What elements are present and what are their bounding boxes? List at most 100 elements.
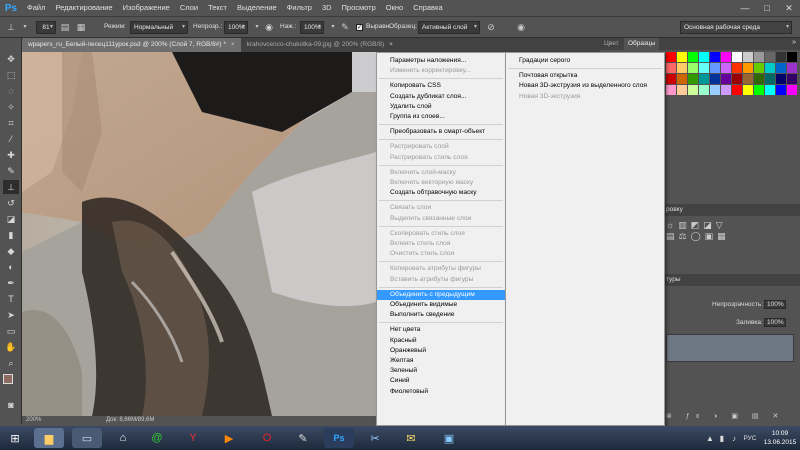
- yandex-browser-icon[interactable]: Y: [178, 428, 208, 448]
- clone-source-icon[interactable]: ▦: [74, 21, 88, 34]
- healing-brush-tool-icon[interactable]: ✚: [3, 148, 19, 162]
- menu-item[interactable]: Редактирование: [50, 0, 117, 16]
- swatch[interactable]: [677, 52, 687, 62]
- context-menu-item[interactable]: Группа из слоев...: [377, 112, 505, 122]
- context-menu-item[interactable]: Создать дубликат слоя...: [377, 92, 505, 102]
- zoom-tool-icon[interactable]: ⌕: [3, 356, 19, 370]
- history-brush-tool-icon[interactable]: ↺: [3, 196, 19, 210]
- tab-swatches[interactable]: Образцы: [624, 38, 660, 50]
- swatch[interactable]: [765, 74, 775, 84]
- marquee-tool-icon[interactable]: ⬚: [3, 68, 19, 82]
- home-icon[interactable]: ⌂: [108, 428, 138, 448]
- context-menu-item[interactable]: Объединить с предыдущим: [377, 289, 505, 300]
- selected-layer-row[interactable]: [666, 334, 794, 362]
- swatch[interactable]: [787, 85, 797, 95]
- swatch[interactable]: [721, 74, 731, 84]
- ignore-adjustment-icon[interactable]: ⊘: [484, 21, 498, 34]
- context-menu-item[interactable]: Новая 3D-экструзия из выделенного слоя: [506, 81, 664, 91]
- dodge-tool-icon[interactable]: ◐: [3, 260, 19, 274]
- media-player-icon[interactable]: ▶: [214, 428, 244, 448]
- swatch[interactable]: [743, 52, 753, 62]
- swatch[interactable]: [688, 52, 698, 62]
- clone-stamp-tool-icon[interactable]: ⊥: [3, 180, 19, 194]
- eraser-tool-icon[interactable]: ◪: [3, 212, 19, 226]
- photoshop-taskbar-icon[interactable]: Ps: [324, 428, 354, 448]
- swatch[interactable]: [754, 85, 764, 95]
- quick-mask-icon[interactable]: ◙: [3, 398, 19, 412]
- swatch[interactable]: [787, 74, 797, 84]
- image-viewer-icon[interactable]: ▣: [434, 428, 464, 448]
- language-indicator[interactable]: РУС: [740, 435, 760, 442]
- swatch[interactable]: [688, 85, 698, 95]
- chat-icon[interactable]: ✉: [396, 428, 426, 448]
- swatch[interactable]: [666, 85, 676, 95]
- menu-item[interactable]: Просмотр: [337, 0, 381, 16]
- swatch[interactable]: [677, 63, 687, 73]
- pressure-input[interactable]: 100%: [300, 21, 324, 34]
- swatch[interactable]: [765, 85, 775, 95]
- quick-select-tool-icon[interactable]: ✧: [3, 100, 19, 114]
- lasso-tool-icon[interactable]: ◌: [3, 84, 19, 98]
- layers-fill-input[interactable]: 100%: [764, 318, 786, 327]
- mode-select[interactable]: Нормальный: [130, 21, 188, 34]
- swatch[interactable]: [710, 63, 720, 73]
- context-menu-item[interactable]: Синий: [377, 376, 505, 386]
- swatches-grid[interactable]: [666, 52, 800, 100]
- swatch[interactable]: [787, 63, 797, 73]
- pressure-size-icon[interactable]: ◉: [514, 21, 528, 34]
- swatch[interactable]: [754, 74, 764, 84]
- maximize-button[interactable]: □: [756, 0, 778, 16]
- move-tool-icon[interactable]: ✥: [3, 52, 19, 66]
- explorer-icon[interactable]: ▆: [34, 428, 64, 448]
- pressure-opacity-icon[interactable]: ◉: [262, 21, 276, 34]
- tool-preset-dropdown-icon[interactable]: ▾: [18, 21, 32, 34]
- clock[interactable]: 10:09 13.06.2015: [760, 429, 800, 447]
- swatch[interactable]: [765, 63, 775, 73]
- eyedropper-tool-icon[interactable]: ⁄: [3, 132, 19, 146]
- swatch[interactable]: [666, 74, 676, 84]
- brush-panel-icon[interactable]: ▤: [58, 21, 72, 34]
- blur-tool-icon[interactable]: ◆: [3, 244, 19, 258]
- menu-item[interactable]: Выделение: [232, 0, 282, 16]
- swatch[interactable]: [688, 74, 698, 84]
- adjustment-icons[interactable]: ☼▥◩◪▽ ▤⚖◯▣▦: [666, 220, 800, 250]
- swatch[interactable]: [677, 85, 687, 95]
- close-button[interactable]: ✕: [778, 0, 800, 16]
- tab-document-2[interactable]: krahovcenco-chukotka-09.jpg @ 200% (RGB/…: [240, 38, 399, 52]
- swatch[interactable]: [699, 63, 709, 73]
- tab-document-1[interactable]: wpapers_ru_Белый-песец111урок.psd @ 200%…: [22, 38, 241, 52]
- swatch[interactable]: [765, 52, 775, 62]
- mail-icon[interactable]: @: [142, 428, 172, 448]
- menu-item[interactable]: Файл: [22, 0, 50, 16]
- sample-select[interactable]: Активный слой: [418, 21, 480, 34]
- panel-collapse-icon[interactable]: »: [792, 39, 796, 46]
- context-menu-item[interactable]: Создать обтравочную маску: [377, 188, 505, 198]
- foreground-color-swatch[interactable]: [3, 374, 13, 384]
- swatch[interactable]: [710, 85, 720, 95]
- shape-tool-icon[interactable]: ▭: [3, 324, 19, 338]
- pen-tool-icon[interactable]: ✒: [3, 276, 19, 290]
- swatch[interactable]: [721, 52, 731, 62]
- hand-tool-icon[interactable]: ✋: [3, 340, 19, 354]
- swatch[interactable]: [754, 52, 764, 62]
- layers-opacity-input[interactable]: 100%: [764, 300, 786, 309]
- start-button-icon[interactable]: ⊞: [4, 428, 26, 448]
- context-menu-item[interactable]: Зеленый: [377, 366, 505, 376]
- swatch[interactable]: [721, 85, 731, 95]
- airbrush-icon[interactable]: ✎: [338, 21, 352, 34]
- network-icon[interactable]: ▮: [716, 434, 728, 443]
- tab-close-icon[interactable]: ×: [231, 41, 235, 48]
- swatch[interactable]: [743, 74, 753, 84]
- context-menu-item[interactable]: Почтовая открытка: [506, 71, 664, 81]
- swatch[interactable]: [666, 63, 676, 73]
- minimize-button[interactable]: —: [734, 0, 756, 16]
- brush-size-picker[interactable]: 81: [36, 21, 56, 34]
- swatch[interactable]: [732, 85, 742, 95]
- swatch[interactable]: [677, 74, 687, 84]
- swatch[interactable]: [732, 52, 742, 62]
- menu-item[interactable]: Фильтр: [282, 0, 317, 16]
- workspace-select[interactable]: Основная рабочая среда: [680, 21, 792, 34]
- stamp-tool-preset-icon[interactable]: ⊥: [4, 21, 18, 34]
- tray-up-arrow-icon[interactable]: ▲: [704, 434, 716, 443]
- context-menu-item[interactable]: Преобразовать в смарт-объект: [377, 127, 505, 137]
